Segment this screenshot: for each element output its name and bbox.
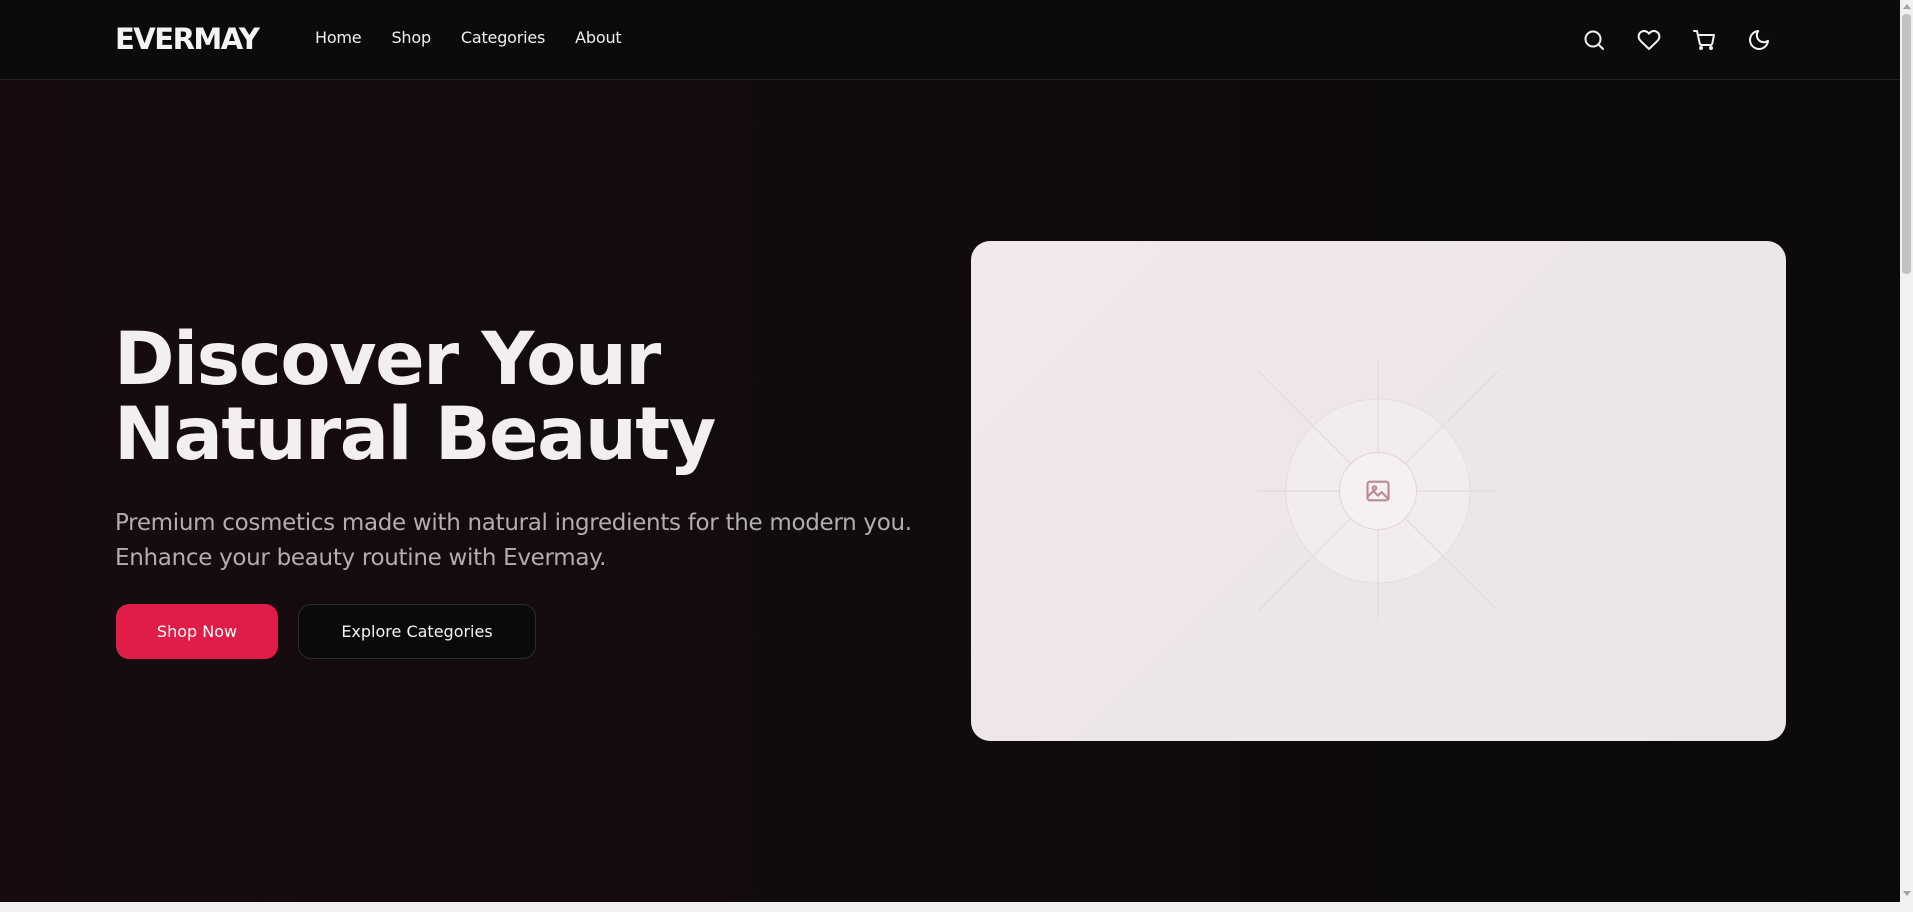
image-icon [1339, 452, 1417, 530]
hero-title: Discover Your Natural Beauty [114, 317, 716, 477]
cart-icon[interactable] [1690, 26, 1718, 54]
search-icon[interactable] [1580, 26, 1608, 54]
page: EVERMAY Home Shop Categories About Disco… [0, 0, 1900, 902]
shop-now-button[interactable]: Shop Now [116, 604, 278, 659]
hero-subtitle: Premium cosmetics made with natural ingr… [115, 510, 912, 571]
scrollbar-thumb[interactable] [1902, 14, 1911, 274]
horizontal-scrollbar-track [0, 902, 1913, 912]
nav-shop-link[interactable]: Shop [391, 28, 431, 47]
explore-categories-button[interactable]: Explore Categories [298, 604, 536, 659]
hero-image-placeholder [971, 241, 1786, 741]
nav-categories-link[interactable]: Categories [461, 28, 545, 47]
brand-logo[interactable]: EVERMAY [115, 22, 260, 56]
nav-home-link[interactable]: Home [315, 28, 362, 47]
vertical-scrollbar[interactable] [1900, 0, 1913, 902]
site-header: EVERMAY Home Shop Categories About [0, 0, 1900, 80]
nav-about-link[interactable]: About [575, 28, 622, 47]
scroll-down-arrow-icon[interactable] [1903, 891, 1911, 896]
main-nav: Home Shop Categories About [315, 28, 651, 47]
moon-icon[interactable] [1745, 26, 1773, 54]
scroll-up-arrow-icon[interactable] [1903, 4, 1911, 9]
heart-icon[interactable] [1635, 26, 1663, 54]
header-actions [1580, 26, 1800, 54]
